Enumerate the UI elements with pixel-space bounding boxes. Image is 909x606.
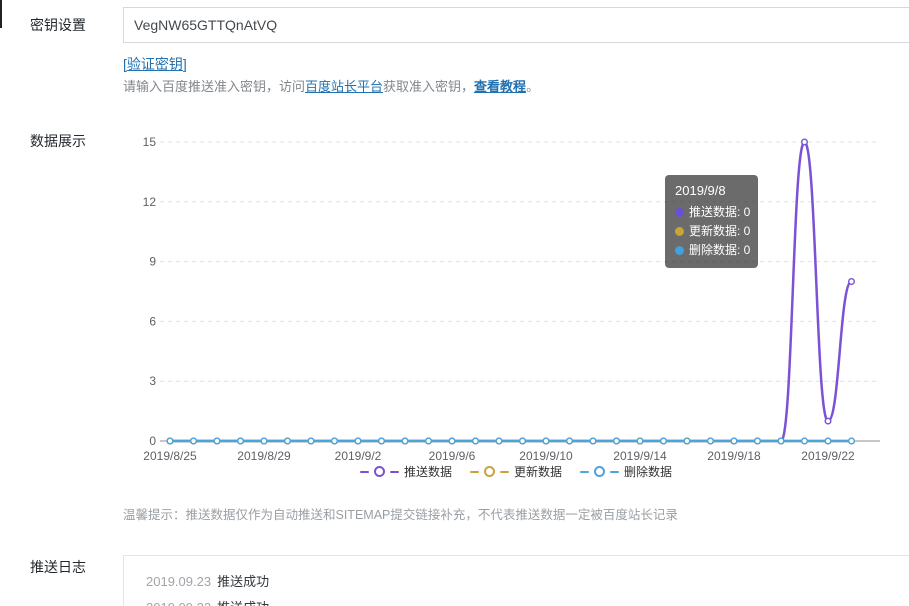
legend-circle-icon [594, 466, 605, 477]
push-log-box: 2019.09.23 推送成功 2019.09.23 推送成功 [123, 555, 909, 606]
push-log-label: 推送日志 [30, 557, 86, 577]
tooltip-row-update: 更新数据: 0 [675, 222, 748, 241]
key-help-text: 请输入百度推送准入密钥，访问百度站长平台获取准入密钥，查看教程。 [123, 76, 539, 95]
legend-line-icon [470, 471, 479, 473]
window-edge-tick [0, 0, 2, 28]
svg-text:0: 0 [149, 434, 156, 448]
legend-circle-icon [484, 466, 495, 477]
legend-line-icon [500, 471, 509, 473]
svg-text:2019/9/2: 2019/9/2 [335, 449, 382, 463]
log-date: 2019.09.23 [146, 574, 211, 589]
help-part1: 请输入百度推送准入密钥，访问 [123, 79, 305, 94]
svg-text:12: 12 [143, 195, 157, 209]
chart-tooltip: 2019/9/8 推送数据: 0 更新数据: 0 删除数据: 0 [665, 175, 758, 268]
legend-line-icon [360, 471, 369, 473]
tooltip-row-delete: 删除数据: 0 [675, 241, 748, 260]
svg-text:2019/9/10: 2019/9/10 [519, 449, 573, 463]
svg-text:2019/9/6: 2019/9/6 [429, 449, 476, 463]
push-series-dot-icon [675, 208, 684, 217]
key-input[interactable] [123, 7, 909, 43]
chart-legend: 推送数据 更新数据 删除数据 [123, 463, 909, 480]
tooltip-text: 删除数据: 0 [689, 241, 750, 260]
help-part3: 。 [526, 79, 539, 94]
verify-key-link[interactable]: [验证密钥] [123, 56, 187, 72]
tooltip-text: 更新数据: 0 [689, 222, 750, 241]
legend-label: 删除数据 [624, 463, 672, 480]
svg-text:2019/8/29: 2019/8/29 [237, 449, 291, 463]
svg-text:15: 15 [143, 135, 157, 149]
verify-key-link-wrap: [验证密钥] [123, 54, 187, 74]
update-series-dot-icon [675, 227, 684, 236]
tooltip-date: 2019/9/8 [675, 182, 748, 199]
legend-label: 推送数据 [404, 463, 452, 480]
svg-text:2019/9/14: 2019/9/14 [613, 449, 667, 463]
baidu-platform-link[interactable]: 百度站长平台 [305, 79, 383, 94]
log-status: 推送成功 [217, 600, 269, 606]
key-settings-label: 密钥设置 [30, 15, 86, 35]
log-status: 推送成功 [217, 574, 269, 589]
legend-line-icon [610, 471, 619, 473]
legend-item-delete[interactable]: 删除数据 [580, 463, 672, 480]
legend-label: 更新数据 [514, 463, 562, 480]
svg-text:6: 6 [149, 314, 156, 328]
log-date: 2019.09.23 [146, 600, 211, 606]
push-data-line-chart: 0 3 6 9 12 15 2019/8/25 2019/8/29 2019/9/2 2019/9… [123, 128, 909, 466]
chart-disclaimer: 温馨提示：推送数据仅作为自动推送和SITEMAP提交链接补充，不代表推送数据一定… [123, 504, 678, 523]
tooltip-text: 推送数据: 0 [689, 203, 750, 222]
svg-text:2019/9/22: 2019/9/22 [801, 449, 855, 463]
delete-series-dot-icon [675, 246, 684, 255]
legend-item-update[interactable]: 更新数据 [470, 463, 562, 480]
legend-line-icon [580, 471, 589, 473]
tutorial-link[interactable]: 查看教程 [474, 79, 526, 94]
log-entry: 2019.09.23 推送成功 [146, 595, 892, 606]
help-part2: 获取准入密钥， [383, 79, 474, 94]
legend-circle-icon [374, 466, 385, 477]
legend-line-icon [390, 471, 399, 473]
legend-item-push[interactable]: 推送数据 [360, 463, 452, 480]
svg-text:2019/8/25: 2019/8/25 [143, 449, 197, 463]
svg-text:3: 3 [149, 374, 156, 388]
svg-text:2019/9/18: 2019/9/18 [707, 449, 761, 463]
data-display-label: 数据展示 [30, 131, 86, 151]
svg-text:9: 9 [149, 255, 156, 269]
log-entry: 2019.09.23 推送成功 [146, 569, 892, 595]
tooltip-row-push: 推送数据: 0 [675, 203, 748, 222]
